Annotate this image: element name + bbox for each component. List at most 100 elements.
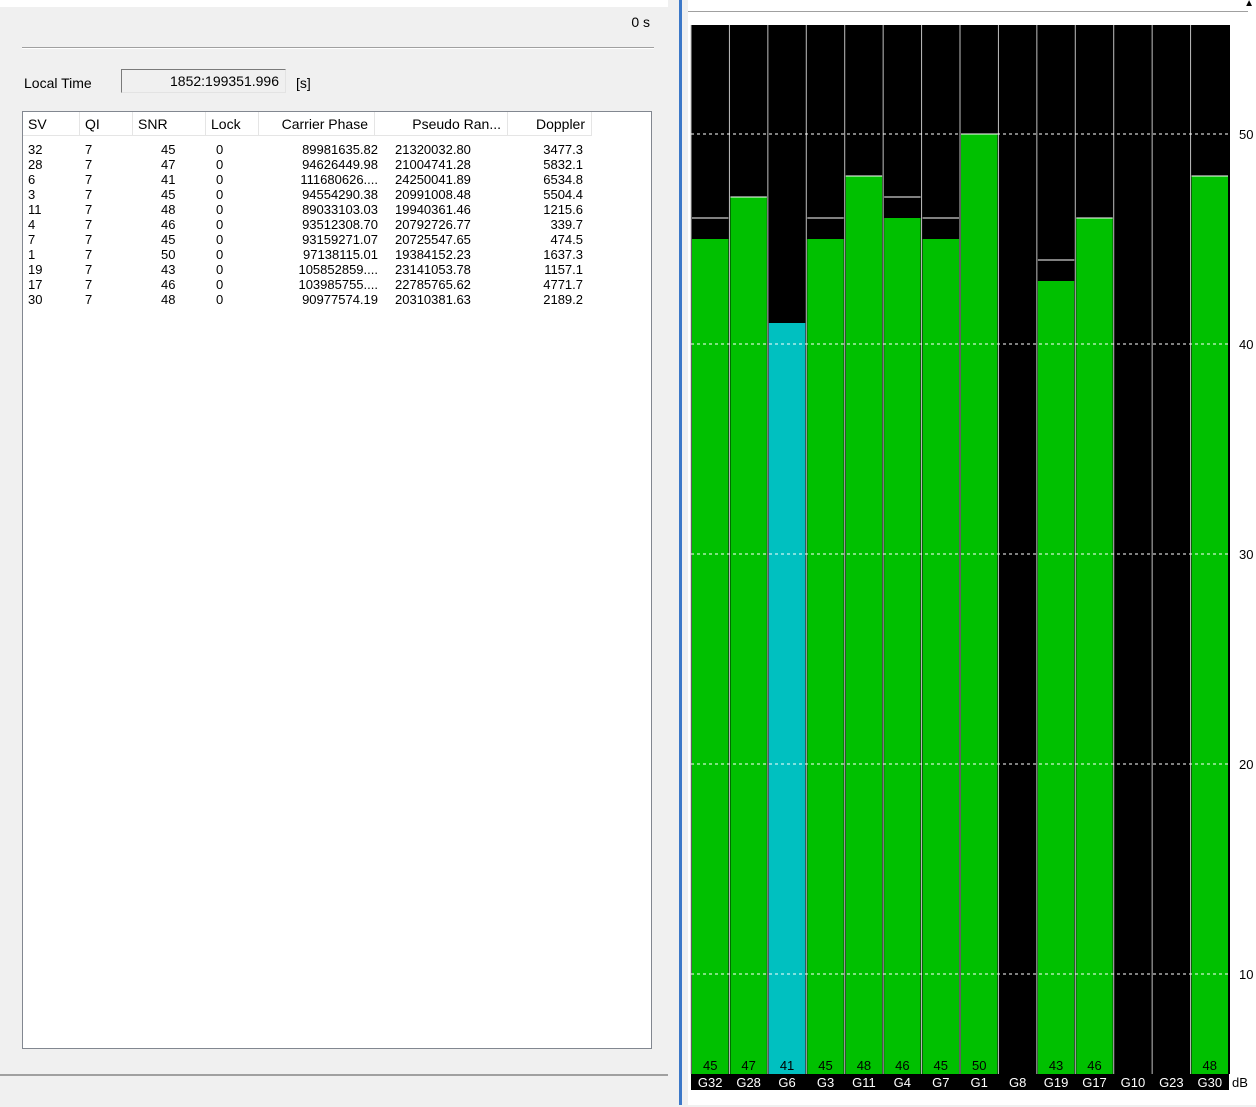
table-row[interactable]: 7 7 45 0 93159271.07 20725547.65 474.5 — [23, 232, 651, 247]
bar-value-label: 48 — [1203, 1058, 1217, 1073]
table-cell: 20310381.63 — [395, 292, 471, 307]
table-row[interactable]: 19 7 43 0 105852859.... 23141053.78 1157.1 — [23, 262, 651, 277]
table-row[interactable]: 6 7 41 0 111680626.... 24250041.89 6534.8 — [23, 172, 651, 187]
table-cell: 41 — [161, 172, 176, 187]
table-cell: 474.5 — [550, 232, 583, 247]
local-time-label: Local Time — [24, 75, 92, 91]
column-header[interactable]: Carrier Phase — [259, 112, 375, 136]
table-cell: 3 — [28, 187, 36, 202]
category-label: G28 — [736, 1075, 761, 1090]
table-cell: 48 — [161, 292, 176, 307]
snr-chart-panel: ▲ 10 20 30 40 50 45 47 41 45 48 46 45 50 43 46 48 G32 G28… — [688, 0, 1256, 1105]
table-cell: 19 — [28, 262, 43, 277]
table-cell: 30 — [28, 292, 43, 307]
category-label: G10 — [1121, 1075, 1146, 1090]
table-cell: 32 — [28, 142, 43, 157]
separator — [22, 47, 654, 49]
column-header[interactable]: Pseudo Ran... — [375, 112, 508, 136]
y-tick-label: 10 — [1239, 967, 1253, 982]
table-row[interactable]: 17 7 46 0 103985755.... 22785765.62 4771.7 — [23, 277, 651, 292]
table-cell: 7 — [85, 187, 93, 202]
snr-bar — [1037, 281, 1075, 1074]
table-cell: 7 — [85, 157, 93, 172]
table-row[interactable]: 1 7 50 0 97138115.01 19384152.23 1637.3 — [23, 247, 651, 262]
table-cell: 1157.1 — [544, 262, 583, 277]
bar-value-label: 46 — [1087, 1058, 1101, 1073]
table-cell: 21004741.28 — [395, 157, 471, 172]
table-cell: 89981635.82 — [302, 142, 378, 157]
signal-table-panel: 0 s Local Time 1852:199351.996 [s] SV QI S… — [0, 0, 668, 1107]
table-cell: 0 — [216, 262, 224, 277]
table-row[interactable]: 30 7 48 0 90977574.19 20310381.63 2189.2 — [23, 292, 651, 307]
table-cell: 46 — [161, 217, 176, 232]
table-cell: 103985755.... — [298, 277, 378, 292]
table-cell: 28 — [28, 157, 43, 172]
table-cell: 0 — [216, 142, 224, 157]
table-cell: 50 — [161, 247, 176, 262]
table-cell: 0 — [216, 157, 224, 172]
category-label: G32 — [698, 1075, 723, 1090]
table-cell: 7 — [85, 142, 93, 157]
bar-value-label: 46 — [895, 1058, 909, 1073]
table-cell: 17 — [28, 277, 43, 292]
column-header[interactable]: SNR — [133, 112, 206, 136]
bar-value-label: 48 — [857, 1058, 871, 1073]
y-tick-label: 20 — [1239, 757, 1253, 772]
table-row[interactable]: 32 7 45 0 89981635.82 21320032.80 3477.3 — [23, 142, 651, 157]
category-label: G19 — [1044, 1075, 1069, 1090]
table-cell: 20725547.65 — [395, 232, 471, 247]
table-cell: 5504.4 — [543, 187, 583, 202]
table-cell: 7 — [85, 172, 93, 187]
table-cell: 7 — [85, 217, 93, 232]
table-cell: 7 — [85, 202, 93, 217]
column-header[interactable]: QI — [80, 112, 133, 136]
snr-bar — [922, 239, 959, 1074]
table-cell: 3477.3 — [543, 142, 583, 157]
category-label: G6 — [778, 1075, 795, 1090]
satellite-list[interactable]: SV QI SNR Lock Carrier Phase Pseudo Ran... Dop… — [22, 111, 652, 1049]
table-cell: 6 — [28, 172, 36, 187]
table-cell: 5832.1 — [543, 157, 583, 172]
y-unit-label: dB — [1232, 1075, 1248, 1090]
snr-bar — [807, 239, 844, 1074]
snr-bar-chart: 10 20 30 40 50 45 47 41 45 48 46 45 50 43 46 48 G32 G28 G6… — [690, 25, 1253, 1090]
table-cell: 6534.8 — [543, 172, 583, 187]
table-cell: 0 — [216, 172, 224, 187]
table-cell: 2189.2 — [543, 292, 583, 307]
table-cell: 45 — [161, 142, 176, 157]
pane-splitter[interactable] — [668, 0, 688, 1105]
table-cell: 90977574.19 — [302, 292, 378, 307]
table-row[interactable]: 28 7 47 0 94626449.98 21004741.28 5832.1 — [23, 157, 651, 172]
table-cell: 20792726.77 — [395, 217, 471, 232]
table-row[interactable]: 3 7 45 0 94554290.38 20991008.48 5504.4 — [23, 187, 651, 202]
table-cell: 23141053.78 — [395, 262, 471, 277]
table-cell: 97138115.01 — [303, 247, 378, 262]
table-cell: 7 — [28, 232, 36, 247]
table-row[interactable]: 4 7 46 0 93512308.70 20792726.77 339.7 — [23, 217, 651, 232]
table-row[interactable]: 11 7 48 0 89033103.03 19940361.46 1215.6 — [23, 202, 651, 217]
bar-value-label: 45 — [703, 1058, 717, 1073]
category-label: G1 — [971, 1075, 988, 1090]
column-header[interactable]: Doppler — [508, 112, 592, 136]
elapsed-time: 0 s — [631, 14, 650, 30]
snr-bar — [961, 134, 998, 1074]
table-cell: 7 — [85, 277, 93, 292]
table-cell: 0 — [216, 247, 224, 262]
column-header[interactable]: Lock — [206, 112, 259, 136]
snr-bar — [768, 323, 806, 1074]
snr-bar — [884, 218, 921, 1074]
column-header[interactable]: SV — [23, 112, 80, 136]
bar-value-label: 43 — [1049, 1058, 1063, 1073]
bar-value-label: 45 — [818, 1058, 832, 1073]
table-cell: 93159271.07 — [302, 232, 378, 247]
category-label: G8 — [1009, 1075, 1026, 1090]
table-cell: 43 — [161, 262, 176, 277]
splitter-line — [679, 0, 682, 1105]
table-cell: 339.7 — [550, 217, 583, 232]
table-cell: 4771.7 — [543, 277, 583, 292]
table-cell: 1 — [28, 247, 36, 262]
table-cell: 0 — [216, 277, 224, 292]
table-cell: 45 — [161, 187, 176, 202]
table-cell: 0 — [216, 202, 224, 217]
bar-value-label: 45 — [934, 1058, 948, 1073]
